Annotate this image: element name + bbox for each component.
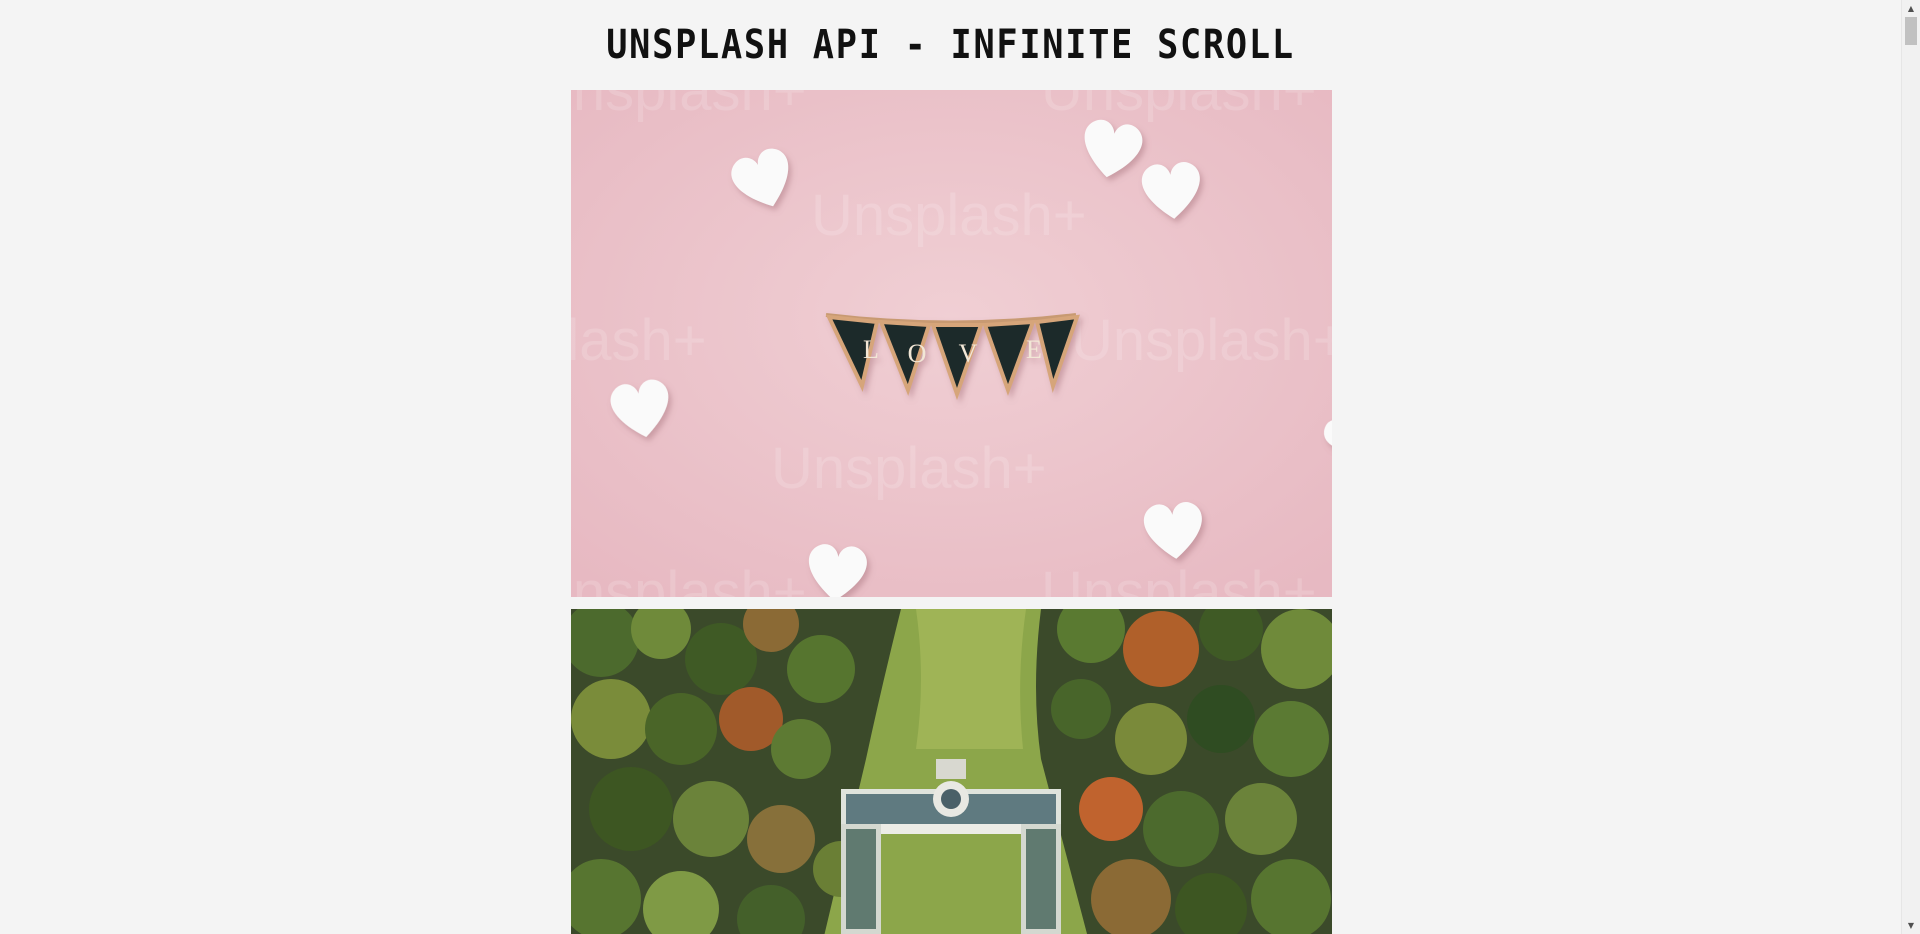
- watermark-text: Unsplash+: [771, 436, 1047, 501]
- watermark-text: Unsplash+: [1071, 308, 1332, 373]
- vertical-scrollbar[interactable]: ▲ ▼: [1901, 0, 1920, 934]
- photo-card-mansion[interactable]: [571, 609, 1332, 934]
- watermark-text: Unsplash+: [571, 90, 807, 123]
- watermark-text: Unsplash+: [811, 183, 1087, 248]
- love-photo-image: Unsplash+ Unsplash+ Unsplash+ Unsplash+ …: [571, 90, 1332, 597]
- scrollbar-thumb[interactable]: [1905, 17, 1917, 45]
- scroll-up-arrow-icon[interactable]: ▲: [1902, 0, 1920, 17]
- banner-letter: L: [863, 335, 879, 364]
- photo-card-love[interactable]: Unsplash+ Unsplash+ Unsplash+ Unsplash+ …: [571, 90, 1332, 597]
- watermark-text: Unsplash+: [1041, 560, 1317, 597]
- scroll-down-arrow-icon[interactable]: ▼: [1902, 917, 1920, 934]
- banner-letter: V: [959, 339, 978, 368]
- watermark-text: Unsplash+: [571, 560, 807, 597]
- banner-letter: E: [1026, 335, 1042, 364]
- watermark-text: Unsplash+: [571, 308, 707, 373]
- page: UNSPLASH API - INFINITE SCROLL Unsplash+…: [0, 0, 1901, 934]
- page-title: UNSPLASH API - INFINITE SCROLL: [606, 22, 1295, 68]
- mansion-photo-image: [571, 609, 1332, 934]
- watermark-text: Unsplash+: [1041, 90, 1317, 123]
- banner-letter: O: [908, 339, 927, 368]
